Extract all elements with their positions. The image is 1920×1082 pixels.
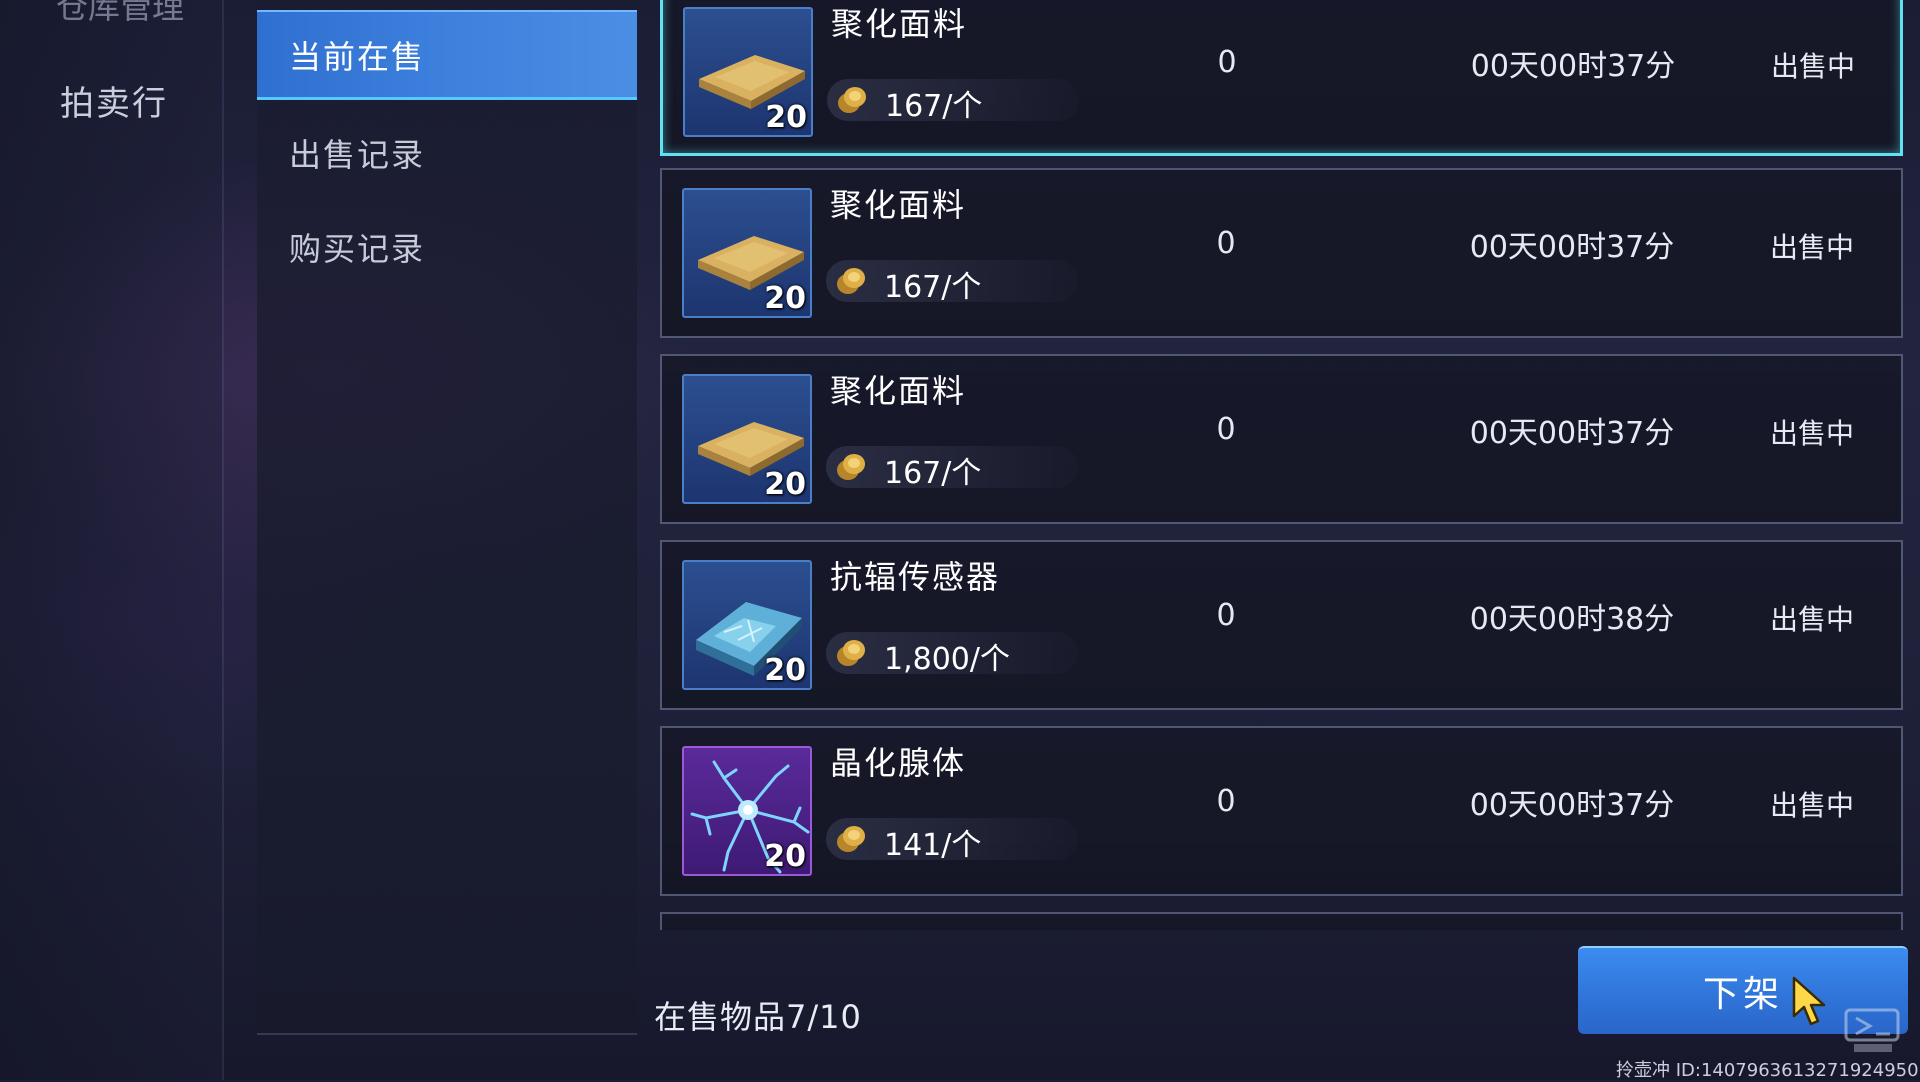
item-name: 聚化面料 (830, 186, 967, 224)
item-quantity: 20 (764, 281, 806, 316)
crystal-gland-icon: 20 (682, 746, 812, 876)
coin-icon (837, 640, 865, 666)
delist-button-label: 下架 (1702, 974, 1783, 1015)
item-sold-count: 0 (1217, 45, 1237, 80)
coin-icon (837, 826, 865, 852)
item-price: 167/个 (884, 456, 982, 491)
item-list[interactable]: 20 聚化面料 167/个 0 00天00时37分 出售中 20 聚化面料 16… (660, 0, 1905, 930)
item-sold-count: 0 (1216, 598, 1236, 633)
divider (222, 0, 224, 1080)
nav-item-warehouse[interactable]: 仓库管理 (56, 0, 184, 28)
menu-divider (257, 1033, 637, 1035)
item-time-remaining: 00天00时37分 (1470, 49, 1676, 84)
coin-icon (837, 268, 865, 294)
item-name: 聚化面料 (831, 5, 968, 43)
left-nav: 仓库管理 拍卖行 (0, 0, 222, 1080)
player-id: 拎壶冲 ID:1407963613271924950 (1616, 1060, 1919, 1081)
item-quantity: 20 (764, 839, 806, 874)
item-price: 167/个 (885, 89, 983, 124)
item-name: 晶化腺体 (830, 744, 967, 782)
fabric-icon: 20 (682, 188, 812, 318)
list-item[interactable]: 20 聚化面料 167/个 0 00天00时37分 出售中 (660, 354, 1903, 524)
tab-current-on-sale[interactable]: 当前在售 (257, 10, 637, 100)
item-time-remaining: 00天00时38分 (1469, 602, 1675, 637)
item-status: 出售中 (1769, 789, 1854, 822)
auction-sub-menu: 当前在售 出售记录 购买记录 (257, 0, 637, 1035)
item-status: 出售中 (1769, 603, 1854, 636)
coin-icon (837, 454, 865, 480)
item-sold-count: 0 (1216, 226, 1236, 261)
item-quantity: 20 (764, 653, 806, 688)
item-time-remaining: 00天00时37分 (1469, 788, 1675, 823)
item-time-remaining: 00天00时37分 (1469, 416, 1675, 451)
list-item[interactable]: 20 聚化面料 167/个 0 00天00时37分 出售中 (660, 0, 1903, 156)
cursor-icon (1792, 976, 1826, 1026)
tab-sale-records[interactable]: 出售记录 (257, 108, 637, 198)
sensor-icon: 20 (682, 560, 812, 690)
list-item[interactable]: 20 晶化腺体 141/个 0 00天00时37分 出售中 (660, 726, 1903, 896)
item-quantity: 20 (765, 100, 807, 135)
coin-icon (838, 87, 866, 113)
list-item[interactable]: 20 抗辐传感器 1,800/个 0 00天00时38分 出售中 (660, 540, 1903, 710)
watermark-logo-icon (1844, 1008, 1900, 1052)
item-status: 出售中 (1770, 50, 1855, 83)
tab-purchase-records[interactable]: 购买记录 (257, 202, 637, 292)
item-name: 聚化面料 (830, 372, 967, 410)
item-quantity: 20 (764, 467, 806, 502)
on-sale-count: 在售物品7/10 (654, 998, 862, 1036)
item-name: 抗辐传感器 (830, 558, 1001, 596)
item-sold-count: 0 (1216, 412, 1236, 447)
fabric-icon: 20 (683, 7, 813, 137)
fabric-icon: 20 (682, 374, 812, 504)
list-item[interactable]: 20 聚化面料 167/个 0 00天00时37分 出售中 (660, 168, 1903, 338)
item-time-remaining: 00天00时37分 (1469, 230, 1675, 265)
item-status: 出售中 (1769, 231, 1854, 264)
item-sold-count: 0 (1216, 784, 1236, 819)
list-item[interactable] (660, 912, 1903, 930)
item-price: 141/个 (884, 828, 982, 863)
item-status: 出售中 (1769, 417, 1854, 450)
item-price: 167/个 (884, 270, 982, 305)
nav-item-auction[interactable]: 拍卖行 (60, 76, 168, 125)
item-price: 1,800/个 (884, 642, 1010, 677)
